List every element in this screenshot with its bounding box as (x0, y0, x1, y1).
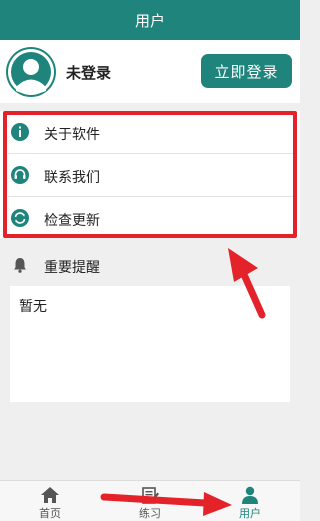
notice-title: 重要提醒 (44, 260, 100, 276)
tab-practice[interactable]: 练习 (100, 481, 200, 521)
notice-content: 暂无 (19, 299, 47, 315)
home-icon (41, 487, 59, 503)
notice-header: 重要提醒 (0, 248, 300, 282)
edit-icon (142, 487, 159, 504)
tab-bar: 首页 练习 用户 (0, 480, 300, 521)
login-button[interactable]: 立即登录 (201, 54, 292, 88)
tab-label: 首页 (39, 507, 61, 520)
tab-label: 练习 (139, 507, 161, 520)
user-icon (242, 486, 258, 504)
notice-box: 暂无 (10, 286, 290, 402)
user-name: 未登录 (66, 64, 112, 82)
highlight-box (3, 111, 297, 238)
page-title: 用户 (134, 11, 165, 30)
tab-user[interactable]: 用户 (200, 481, 300, 521)
tab-label: 用户 (239, 507, 261, 520)
user-card: 未登录 立即登录 (0, 40, 300, 103)
user-avatar-icon (8, 49, 54, 95)
bell-icon (14, 258, 26, 273)
tab-home[interactable]: 首页 (0, 481, 100, 521)
app-header: 用户 (0, 0, 300, 40)
avatar[interactable] (6, 47, 56, 97)
